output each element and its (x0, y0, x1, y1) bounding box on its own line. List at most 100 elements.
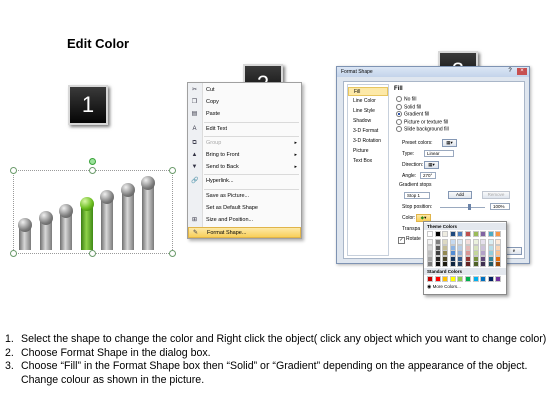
chart-bar-cap[interactable] (38, 211, 53, 225)
resize-handle-bl[interactable] (10, 250, 17, 257)
preset-colors-button[interactable]: ▦▾ (442, 139, 457, 147)
menu-item-group[interactable]: ⧉ Group ▸ (188, 138, 301, 149)
stop-select[interactable]: Stop 1 (404, 192, 430, 199)
category-picture[interactable]: Picture (348, 147, 388, 156)
menu-item-cut[interactable]: ✂ Cut (188, 85, 301, 96)
theme-color-swatch[interactable] (472, 231, 479, 237)
standard-color-swatch[interactable] (427, 276, 433, 282)
stop-position-input[interactable]: 100% (490, 203, 510, 210)
chart-bar-cap[interactable] (79, 197, 94, 211)
theme-color-swatch[interactable] (495, 231, 502, 237)
menu-item-set-as-default-shape[interactable]: Set as Default Shape (188, 203, 301, 214)
bar-chart-selection[interactable] (10, 158, 176, 257)
standard-color-swatch[interactable] (495, 276, 502, 282)
radio-icon[interactable] (396, 126, 402, 132)
theme-color-swatch[interactable] (427, 231, 433, 237)
close-button[interactable]: e (506, 247, 522, 255)
more-colors-link[interactable]: ◉ More Colors... (427, 284, 461, 290)
chart-bar-cap[interactable] (120, 183, 135, 197)
chart-bar[interactable] (60, 214, 72, 250)
menu-item-edit-text[interactable]: A Edit Text (188, 124, 301, 135)
resize-handle-tl[interactable] (10, 167, 17, 174)
theme-shade-swatch[interactable] (434, 261, 441, 268)
category-shadow[interactable]: Shadow (348, 117, 388, 126)
radio-icon[interactable] (396, 96, 402, 102)
radio-icon[interactable] (396, 111, 402, 117)
standard-color-swatch[interactable] (465, 276, 471, 282)
theme-color-swatch[interactable] (442, 231, 449, 237)
theme-color-swatch[interactable] (480, 231, 487, 237)
resize-handle-bottom[interactable] (89, 250, 96, 257)
radio-icon[interactable] (396, 118, 402, 125)
category-text-box[interactable]: Text Box (348, 157, 388, 166)
theme-shade-swatch[interactable] (442, 261, 449, 268)
theme-color-swatch[interactable] (487, 231, 494, 237)
fill-option-gradient-fill[interactable]: Gradient fill (396, 111, 429, 118)
menu-item-save-as-picture[interactable]: Save as Picture... (188, 191, 301, 202)
radio-icon[interactable] (396, 103, 402, 110)
chart-bar-cap[interactable] (141, 176, 155, 190)
chart-bar-cap[interactable] (18, 218, 32, 232)
category-line-style[interactable]: Line Style (348, 107, 388, 116)
menu-item-paste[interactable]: ▤ Paste (188, 109, 301, 120)
theme-color-swatch[interactable] (457, 231, 464, 237)
theme-color-swatch[interactable] (449, 231, 456, 237)
chart-bar-cap[interactable] (100, 190, 114, 204)
chart-bar-cap[interactable] (59, 204, 73, 218)
standard-color-swatch[interactable] (442, 276, 449, 282)
help-icon[interactable]: ? (505, 68, 515, 75)
category-fill[interactable]: Fill (348, 87, 388, 96)
hyperlink-icon: 🔗 (191, 178, 199, 185)
standard-color-swatch[interactable] (457, 276, 464, 282)
theme-shade-swatch[interactable] (457, 261, 464, 268)
menu-item-size-and-position[interactable]: ⊞ Size and Position... (188, 215, 301, 226)
type-select[interactable]: Linear (424, 150, 454, 157)
theme-color-swatch[interactable] (465, 231, 471, 237)
preset-colors-label: Preset colors: (402, 140, 433, 146)
chart-bar[interactable] (121, 193, 134, 250)
chart-bar[interactable] (39, 221, 52, 250)
category-3-d-rotation[interactable]: 3-D Rotation (348, 137, 388, 146)
theme-shade-swatch[interactable] (465, 261, 471, 268)
theme-shade-swatch[interactable] (449, 261, 456, 268)
chart-bar[interactable] (80, 207, 93, 250)
theme-shade-swatch[interactable] (427, 261, 433, 268)
menu-item-format-shape[interactable]: ✎ Format Shape... (188, 227, 301, 239)
standard-color-swatch[interactable] (487, 276, 494, 282)
menu-item-hyperlink[interactable]: 🔗 Hyperlink... (188, 176, 301, 187)
standard-color-swatch[interactable] (449, 276, 456, 282)
standard-color-swatch[interactable] (434, 276, 441, 282)
fill-option-picture-or-texture-fill[interactable]: Picture or texture fill (396, 118, 448, 126)
resize-handle-top[interactable] (89, 167, 96, 174)
theme-color-swatch[interactable] (434, 231, 441, 237)
angle-label: Angle: (402, 173, 417, 179)
resize-handle-tr[interactable] (169, 167, 176, 174)
theme-shade-swatch[interactable] (487, 261, 494, 268)
theme-shade-swatch[interactable] (480, 261, 487, 268)
chart-bar[interactable] (142, 186, 154, 250)
chart-bar[interactable] (101, 200, 113, 250)
direction-button[interactable]: ▦▾ (424, 161, 439, 169)
fill-option-no-fill[interactable]: No fill (396, 96, 417, 103)
stop-position-thumb[interactable] (468, 204, 471, 210)
theme-shade-swatch[interactable] (472, 261, 479, 268)
menu-item-copy[interactable]: ❐ Copy (188, 97, 301, 108)
fill-option-solid-fill[interactable]: Solid fill (396, 103, 421, 111)
category-3-d-format[interactable]: 3-D Format (348, 127, 388, 136)
rotate-handle[interactable] (89, 158, 96, 165)
rotate-checkbox[interactable]: ✓ (398, 237, 405, 244)
add-stop-button[interactable]: Add (448, 191, 472, 199)
standard-color-swatch[interactable] (480, 276, 487, 282)
resize-handle-br[interactable] (169, 250, 176, 257)
fill-option-slide-background-fill[interactable]: Slide background fill (396, 126, 449, 133)
remove-stop-button[interactable]: Remove (482, 191, 510, 199)
close-icon[interactable]: × (517, 68, 527, 75)
angle-input[interactable]: 270° (420, 172, 436, 179)
rotate-label: Rotate (406, 236, 421, 242)
category-line-color[interactable]: Line Color (348, 97, 388, 106)
theme-shade-swatch[interactable] (495, 261, 502, 268)
standard-color-swatch[interactable] (472, 276, 479, 282)
menu-item-bring-to-front[interactable]: ▲ Bring to Front ▸ (188, 150, 301, 161)
stop-position-slider[interactable] (440, 207, 485, 208)
menu-item-send-to-back[interactable]: ▼ Send to Back ▸ (188, 162, 301, 173)
